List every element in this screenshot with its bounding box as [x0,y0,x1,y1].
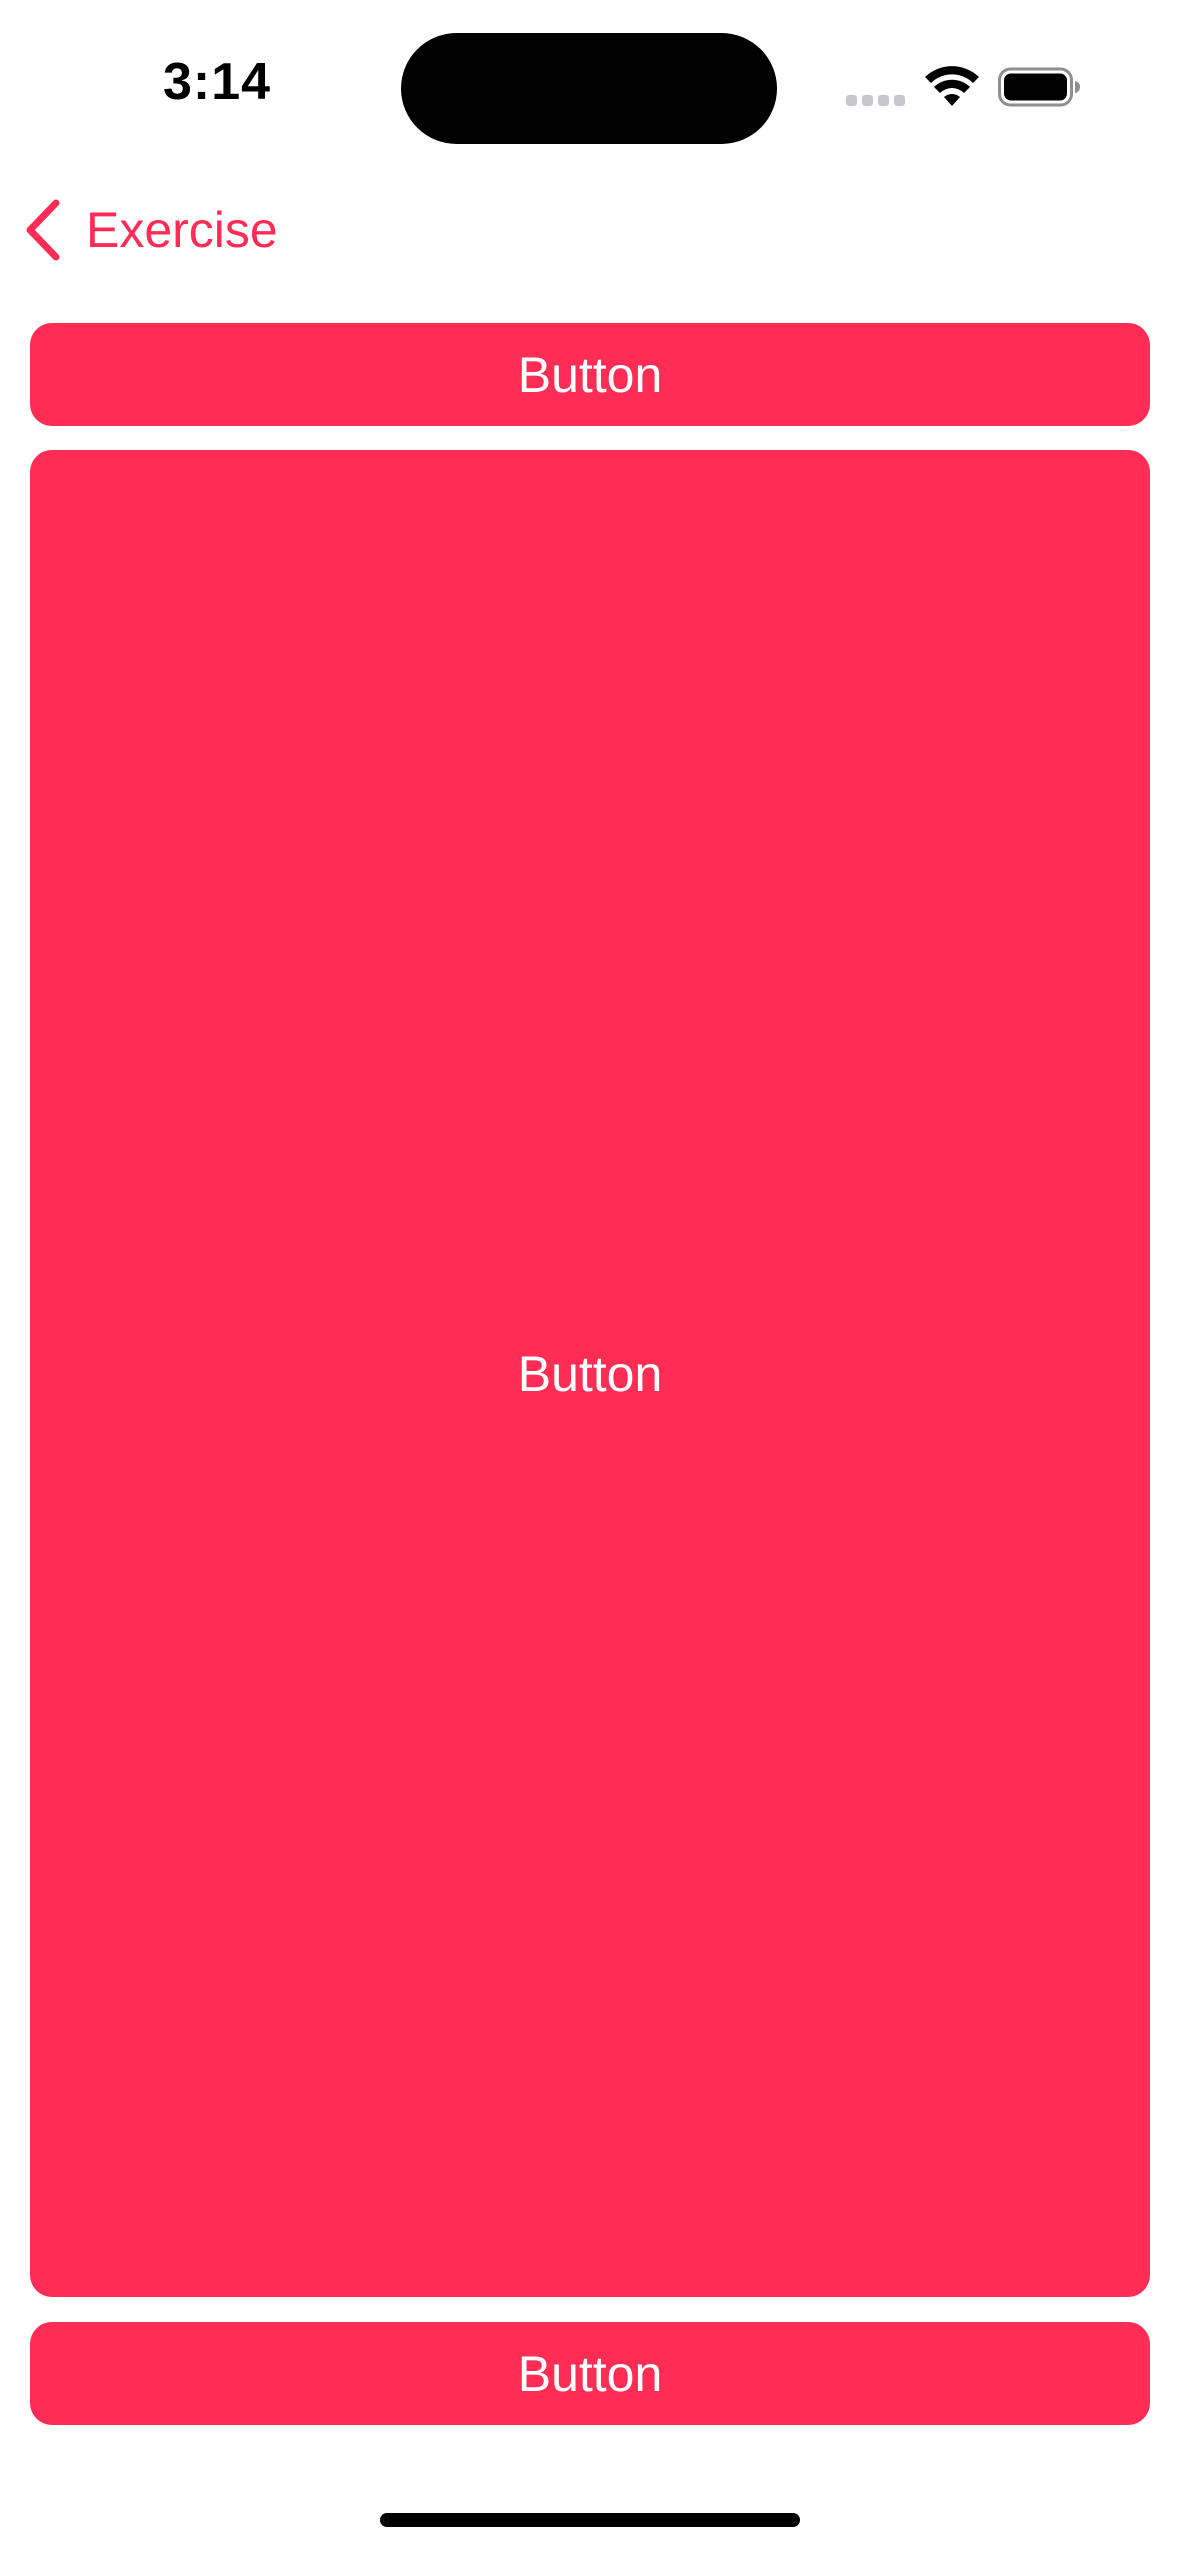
cellular-dots-icon [846,95,906,107]
top-button[interactable]: Button [30,323,1150,426]
status-bar: 3:14 [0,0,1179,150]
back-button-label: Exercise [86,202,278,258]
home-indicator[interactable] [380,2513,800,2527]
middle-button-label: Button [517,1345,663,1402]
wifi-icon [925,66,979,106]
status-time: 3:14 [163,53,272,111]
bottom-button[interactable]: Button [30,2322,1150,2425]
dynamic-island [401,33,777,144]
top-button-label: Button [517,346,663,403]
battery-icon [998,67,1080,107]
chevron-left-icon [26,199,60,261]
back-button[interactable]: Exercise [22,190,278,270]
middle-button[interactable]: Button [30,450,1150,2297]
bottom-button-label: Button [517,2345,663,2402]
